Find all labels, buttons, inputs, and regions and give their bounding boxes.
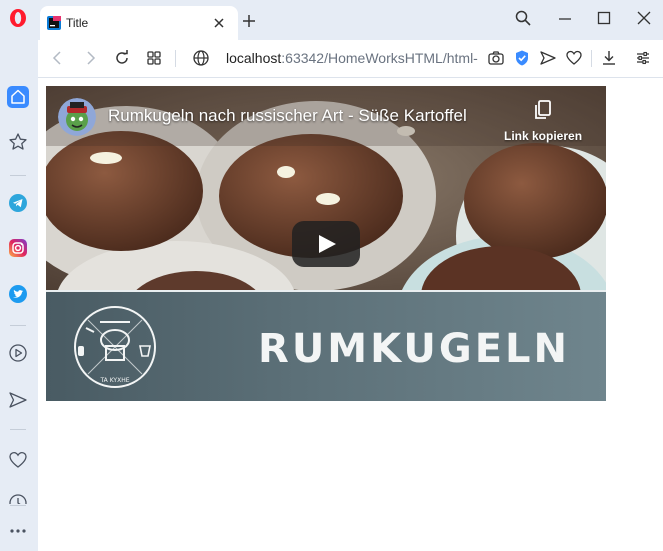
- url-host: localhost: [226, 50, 282, 66]
- url-path: :63342/HomeWorksHTML/html-: [281, 50, 478, 66]
- more-icon: [10, 529, 26, 533]
- chef-logo-icon: TA KYXHE: [74, 306, 156, 388]
- address-toolbar: localhost:63342/HomeWorksHTML/html-: [38, 40, 663, 78]
- channel-avatar[interactable]: [58, 98, 96, 136]
- home-icon: [11, 89, 25, 104]
- sidebar-item-more[interactable]: [7, 520, 29, 542]
- new-tab-icon[interactable]: [242, 14, 256, 28]
- camera-icon[interactable]: [487, 49, 505, 67]
- tab-snapshot-icon[interactable]: [145, 49, 163, 67]
- heart-icon: [9, 451, 27, 468]
- history-icon: [9, 494, 27, 504]
- copy-link-icon[interactable]: [533, 99, 553, 121]
- forward-icon[interactable]: [81, 49, 99, 67]
- sidebar: [0, 40, 38, 551]
- maximize-icon[interactable]: [596, 10, 612, 26]
- reload-icon[interactable]: [113, 49, 131, 67]
- send-icon[interactable]: [539, 49, 557, 67]
- instagram-icon: [9, 239, 27, 257]
- globe-icon[interactable]: [192, 49, 210, 67]
- player-icon: [9, 344, 27, 362]
- heart-icon[interactable]: [565, 49, 583, 67]
- youtube-embed[interactable]: TA KYXHE RUMKUGELN Rumkugeln nach russis…: [46, 86, 606, 401]
- sidebar-item-home[interactable]: [7, 86, 29, 108]
- close-window-icon[interactable]: [636, 10, 652, 26]
- sidebar-item-speed-dial[interactable]: [7, 131, 29, 153]
- send-icon: [9, 392, 27, 408]
- sidebar-item-instagram[interactable]: [7, 237, 29, 259]
- search-tabs-icon[interactable]: [515, 10, 531, 26]
- title-bar: Title: [0, 0, 663, 40]
- copy-link-button[interactable]: Link kopieren: [504, 129, 590, 143]
- download-icon[interactable]: [600, 49, 618, 67]
- sidebar-item-history[interactable]: [7, 492, 29, 504]
- back-icon[interactable]: [49, 49, 67, 67]
- sidebar-item-twitter[interactable]: [7, 283, 29, 305]
- sidebar-divider: [10, 505, 26, 506]
- twitter-icon: [9, 285, 27, 303]
- video-banner: TA KYXHE RUMKUGELN: [46, 292, 606, 401]
- sidebar-item-telegram[interactable]: [7, 192, 29, 214]
- play-button-icon[interactable]: [292, 221, 360, 267]
- video-title[interactable]: Rumkugeln nach russischer Art - Süße Kar…: [108, 106, 492, 126]
- vpn-shield-icon[interactable]: [513, 49, 531, 67]
- toolbar-divider: [175, 50, 176, 67]
- opera-logo-icon[interactable]: [8, 8, 28, 28]
- tab-title[interactable]: Title: [40, 6, 238, 40]
- close-tab-icon[interactable]: [212, 16, 226, 30]
- easy-setup-icon[interactable]: [634, 49, 652, 67]
- sidebar-divider: [10, 325, 26, 326]
- banner-title: RUMKUGELN: [258, 326, 570, 372]
- channel-avatar-image: [58, 98, 96, 136]
- sidebar-divider: [10, 429, 26, 430]
- webstorm-favicon-icon: [47, 16, 61, 30]
- tab-title-label: Title: [66, 16, 89, 30]
- logo-caption: TA KYXHE: [99, 377, 129, 384]
- minimize-icon[interactable]: [557, 10, 573, 26]
- sidebar-divider: [10, 175, 26, 176]
- sidebar-item-player[interactable]: [7, 342, 29, 364]
- telegram-icon: [9, 194, 27, 212]
- toolbar-divider: [591, 50, 592, 67]
- sidebar-item-bookmarks[interactable]: [7, 449, 29, 471]
- star-icon: [9, 133, 27, 150]
- sidebar-item-flow[interactable]: [7, 389, 29, 411]
- address-field[interactable]: localhost:63342/HomeWorksHTML/html-: [226, 50, 478, 66]
